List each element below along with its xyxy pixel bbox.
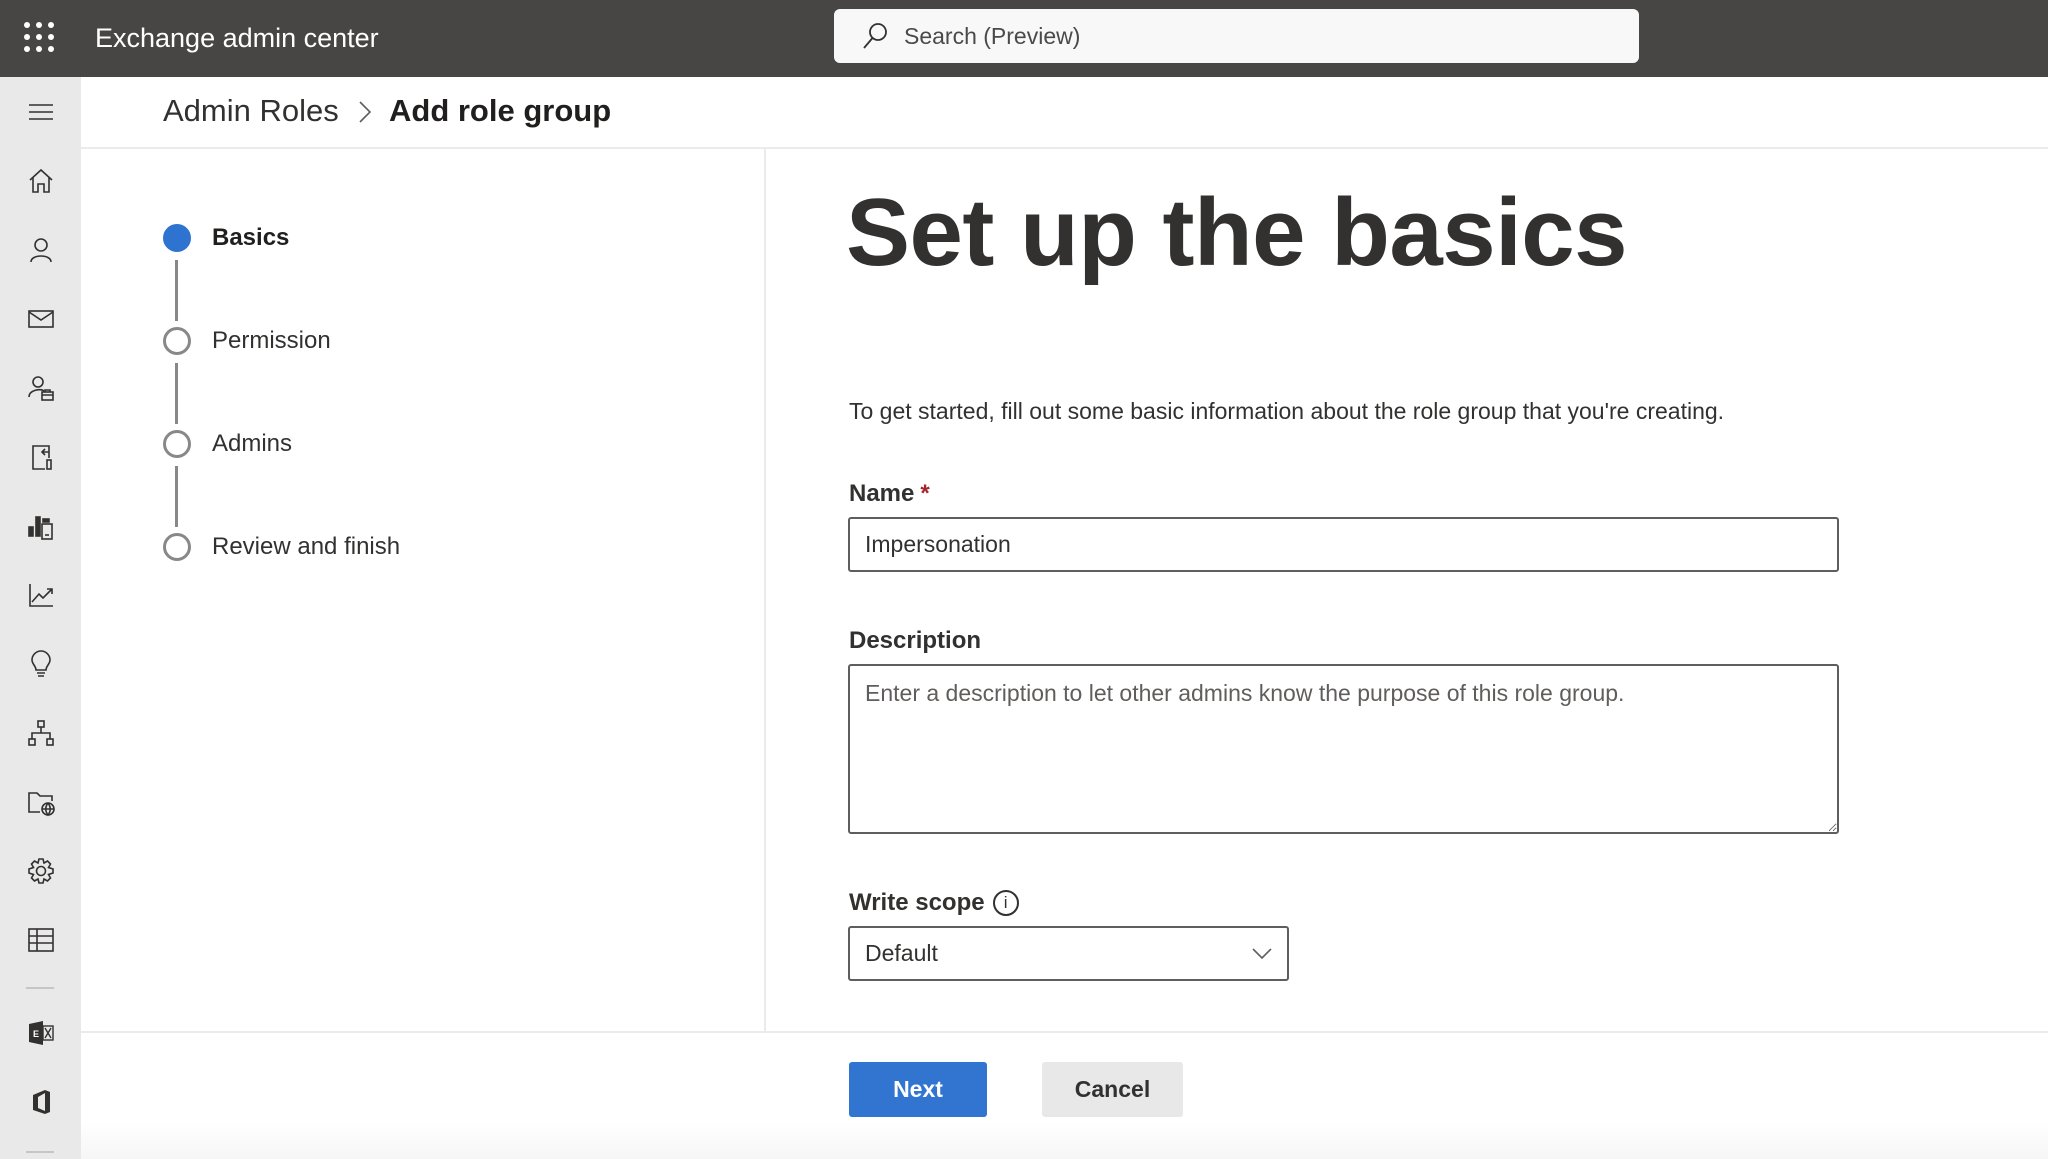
nav-recipients[interactable] — [0, 220, 81, 280]
person-briefcase-icon — [27, 376, 54, 401]
nav-classic-eac[interactable]: E — [0, 1003, 81, 1063]
nav-menu-toggle[interactable] — [0, 82, 81, 142]
nav-public-folders[interactable] — [0, 772, 81, 832]
write-scope-dropdown[interactable]: Default — [848, 926, 1289, 981]
intro-text: To get started, fill out some basic info… — [849, 398, 1725, 424]
nav-insights[interactable] — [0, 634, 81, 694]
nav-organization[interactable] — [0, 703, 81, 763]
write-scope-label: Write scope i — [849, 888, 1019, 918]
svg-text:E: E — [33, 1029, 39, 1039]
step-indicator — [163, 430, 191, 458]
search-box[interactable]: Search (Preview) — [834, 9, 1639, 63]
nav-roles[interactable] — [0, 358, 81, 418]
table-icon — [27, 928, 54, 952]
breadcrumb-current-page: Add role group — [389, 93, 612, 128]
write-scope-selected-value: Default — [865, 940, 938, 966]
app-launcher-icon[interactable] — [22, 20, 56, 54]
migration-icon — [31, 445, 52, 470]
next-button[interactable]: Next — [849, 1062, 987, 1117]
org-chart-icon — [27, 720, 54, 746]
mail-icon — [27, 310, 54, 328]
nav-other-features[interactable] — [0, 910, 81, 970]
nav-office[interactable] — [0, 1072, 81, 1132]
exchange-logo-icon: E — [28, 1021, 54, 1045]
step-connector — [175, 260, 178, 321]
nav-settings[interactable] — [0, 841, 81, 901]
app-title[interactable]: Exchange admin center — [95, 18, 379, 58]
step-label: Basics — [212, 224, 290, 251]
lightbulb-icon — [30, 650, 51, 677]
home-icon — [28, 168, 53, 193]
chevron-right-icon — [359, 101, 372, 123]
step-indicator — [163, 327, 191, 355]
nav-reports[interactable] — [0, 565, 81, 625]
breadcrumb: Admin Roles Add role group — [81, 77, 2048, 149]
search-placeholder: Search (Preview) — [904, 22, 1081, 49]
step-label: Admins — [212, 430, 293, 457]
page-title: Set up the basics — [846, 179, 1628, 286]
hamburger-icon — [28, 104, 53, 120]
step-permission[interactable]: Permission — [163, 327, 331, 355]
panel-divider — [764, 149, 766, 1032]
cancel-button[interactable]: Cancel — [1042, 1062, 1183, 1117]
folder-globe-icon — [27, 792, 55, 817]
step-indicator — [163, 533, 191, 561]
step-indicator-active — [163, 224, 191, 252]
mobile-chart-icon — [27, 516, 53, 540]
name-label-text: Name — [849, 480, 915, 507]
name-input[interactable] — [848, 517, 1839, 572]
name-label: Name * — [849, 479, 930, 509]
description-textarea[interactable] — [848, 664, 1839, 834]
nav-separator — [26, 987, 54, 989]
step-connector — [175, 363, 178, 424]
top-bar: Exchange admin center Search (Preview) — [0, 0, 2048, 77]
person-icon — [29, 238, 52, 263]
gear-icon — [27, 858, 54, 884]
step-connector — [175, 466, 178, 527]
step-label: Review and finish — [212, 533, 401, 560]
step-label: Permission — [212, 327, 331, 354]
required-marker: * — [920, 480, 930, 507]
step-review-and-finish[interactable]: Review and finish — [163, 533, 400, 561]
nav-mobile[interactable] — [0, 496, 81, 556]
step-basics[interactable]: Basics — [163, 224, 289, 252]
chevron-down-icon — [1252, 948, 1272, 960]
nav-rail: E — [0, 77, 81, 1159]
description-label: Description — [849, 627, 982, 654]
step-admins[interactable]: Admins — [163, 430, 292, 458]
line-chart-icon — [28, 584, 53, 607]
nav-mail-flow[interactable] — [0, 289, 81, 349]
search-icon — [863, 23, 887, 49]
write-scope-label-text: Write scope — [849, 889, 985, 916]
breadcrumb-admin-roles[interactable]: Admin Roles — [163, 91, 339, 131]
office-logo-icon — [32, 1090, 50, 1114]
nav-migration[interactable] — [0, 427, 81, 487]
nav-home[interactable] — [0, 151, 81, 211]
info-icon[interactable]: i — [992, 890, 1019, 916]
nav-separator — [26, 1151, 54, 1153]
